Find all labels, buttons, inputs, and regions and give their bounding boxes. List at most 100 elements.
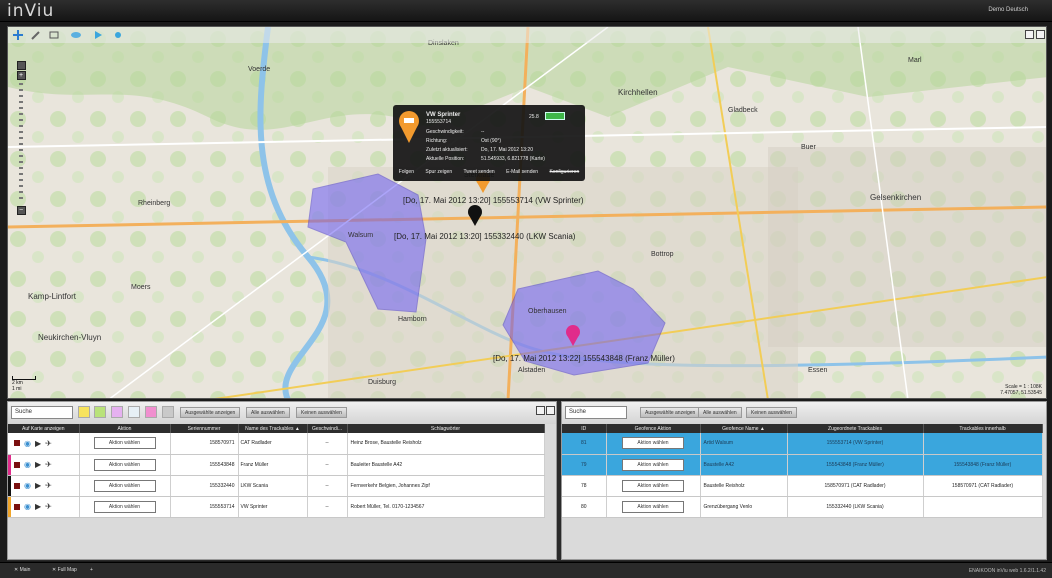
column-header[interactable]: Name des Trackables ▲ — [238, 424, 308, 433]
action-select[interactable]: Aktion wählen — [93, 479, 156, 492]
column-header[interactable]: Schlagwörter — [347, 424, 545, 433]
trackables-table: Auf Karte anzeigen Aktion Seriennummer Name… — [8, 424, 545, 518]
popup-row: Aktuelle Position: 51.545933, 6.821778 (K… — [426, 156, 545, 162]
tab-main[interactable]: ✕ Main — [8, 565, 36, 577]
place-label: Duisburg — [368, 379, 396, 386]
color-filter-swatch[interactable] — [128, 406, 140, 418]
vehicle-pin-icon — [399, 111, 419, 143]
play-icon[interactable] — [92, 29, 104, 41]
select-none-button[interactable]: Keinen auswählen — [296, 407, 347, 418]
eye-icon[interactable]: ◉ — [24, 460, 31, 469]
action-select[interactable]: Aktion wählen — [622, 458, 684, 471]
map-canvas[interactable]: DinslakenBottropGelsenkirchenOberhausenM… — [8, 27, 1047, 399]
place-label: Essen — [808, 367, 828, 374]
color-filter-swatch[interactable] — [162, 406, 174, 418]
configure-link[interactable]: Konfigurieren — [549, 169, 579, 175]
stop-icon[interactable] — [14, 503, 20, 510]
stop-icon[interactable] — [14, 440, 20, 447]
satellite-icon[interactable] — [112, 29, 124, 41]
eye-icon[interactable]: ◉ — [24, 502, 31, 511]
satellite-icon[interactable]: ✈ — [45, 502, 52, 511]
restore-icon[interactable] — [1025, 30, 1034, 39]
move-icon[interactable] — [12, 29, 24, 41]
row-color-stripe — [8, 433, 11, 453]
color-filter-swatch[interactable] — [111, 406, 123, 418]
follow-link[interactable]: Folgen — [399, 169, 414, 175]
eye-icon[interactable] — [70, 29, 82, 41]
map-view[interactable]: Dinslaken Bottrop Gelsenkirchen Oberhausen M… — [7, 26, 1047, 399]
show-track-link[interactable]: Spur zeigen — [425, 169, 452, 175]
tab-full-map[interactable]: ✕ Full Map — [46, 565, 83, 577]
action-select[interactable]: Aktion wählen — [93, 437, 156, 450]
pan-icon[interactable] — [16, 61, 26, 70]
action-select[interactable]: Aktion wählen — [622, 479, 684, 492]
action-select[interactable]: Aktion wählen — [93, 458, 156, 471]
search-input[interactable]: Suche — [565, 406, 627, 419]
color-filter-swatch[interactable] — [78, 406, 90, 418]
zoom-in-button[interactable]: + — [16, 71, 26, 80]
show-selected-button[interactable]: Ausgewählte anzeigen — [180, 407, 241, 418]
table-row[interactable]: ◉ ▶ ✈ Aktion wählen 158570971 CAT Radlad… — [8, 433, 545, 455]
tweet-link[interactable]: Tweet senden — [464, 169, 495, 175]
satellite-icon[interactable]: ✈ — [45, 460, 52, 469]
stop-icon[interactable] — [14, 461, 20, 468]
inside-cell — [923, 496, 1043, 518]
email-link[interactable]: E-Mail senden — [506, 169, 538, 175]
play-icon[interactable]: ▶ — [35, 502, 41, 511]
column-header[interactable]: Geofence Aktion — [606, 424, 701, 433]
map-attribution: Scale = 1 : 108K 7.47057, 51.53545 — [1000, 384, 1042, 396]
serial-cell: 158570971 — [170, 433, 239, 455]
pencil-icon[interactable] — [30, 29, 42, 41]
play-icon[interactable]: ▶ — [35, 481, 41, 490]
close-icon[interactable] — [546, 406, 555, 415]
restore-icon[interactable] — [536, 406, 545, 415]
speed-cell: -- — [307, 496, 348, 518]
select-all-button[interactable]: Alle auswählen — [246, 407, 290, 418]
user-menu[interactable]: Demo Deutsch — [988, 7, 1028, 13]
place-label: Gelsenkirchen — [870, 193, 921, 202]
action-select[interactable]: Aktion wählen — [93, 500, 156, 513]
table-row[interactable]: ◉ ▶ ✈ Aktion wählen 155332440 LKW Scania… — [8, 475, 545, 497]
marker-label: [Do, 17. Mai 2012 13:20] 155332440 (LKW … — [394, 232, 576, 241]
place-label: Marl — [908, 57, 922, 64]
add-tab-button[interactable]: + — [84, 565, 99, 577]
column-header[interactable]: Seriennummer — [170, 424, 239, 433]
column-header[interactable]: Aktion — [79, 424, 171, 433]
column-header[interactable]: Geofence Name ▲ — [700, 424, 788, 433]
table-row[interactable]: 79 Aktion wählen Baustelle A42 155543848… — [562, 454, 1043, 476]
place-label: Neukirchen-Vluyn — [38, 333, 101, 342]
select-all-button[interactable]: Alle auswählen — [698, 407, 742, 418]
close-icon[interactable] — [1036, 30, 1045, 39]
table-row[interactable]: ◉ ▶ ✈ Aktion wählen 155543848 Franz Müll… — [8, 454, 545, 476]
eraser-icon[interactable] — [48, 29, 60, 41]
zoom-slider[interactable] — [19, 83, 23, 203]
eye-icon[interactable]: ◉ — [24, 481, 31, 490]
column-header[interactable]: Auf Karte anzeigen — [8, 424, 80, 433]
table-row[interactable]: 78 Aktion wählen Baustelle Reisholz 1585… — [562, 475, 1043, 497]
satellite-icon[interactable]: ✈ — [45, 481, 52, 490]
place-label: Gladbeck — [728, 107, 758, 114]
zoom-out-button[interactable]: − — [16, 206, 26, 215]
color-filter-swatch[interactable] — [145, 406, 157, 418]
serial-cell: 155543848 — [170, 454, 239, 476]
search-input[interactable]: Suche — [11, 406, 73, 419]
show-selected-button[interactable]: Ausgewählte anzeigen — [640, 407, 701, 418]
column-header[interactable]: Trackables innerhalb — [923, 424, 1043, 433]
column-header[interactable]: Geschwindi... — [307, 424, 348, 433]
satellite-icon[interactable]: ✈ — [45, 439, 52, 448]
table-row[interactable]: 80 Aktion wählen Grenzübergang Venlo 155… — [562, 496, 1043, 518]
table-row[interactable]: 81 Aktion wählen Artid Walsum 155553714 … — [562, 433, 1043, 455]
play-icon[interactable]: ▶ — [35, 439, 41, 448]
map-toolbar — [8, 27, 1046, 43]
column-header[interactable]: Zugeordnete Trackables — [787, 424, 924, 433]
play-icon[interactable]: ▶ — [35, 460, 41, 469]
action-select[interactable]: Aktion wählen — [622, 437, 684, 450]
id-cell: 79 — [562, 454, 607, 476]
eye-icon[interactable]: ◉ — [24, 439, 31, 448]
table-row[interactable]: ◉ ▶ ✈ Aktion wählen 155553714 VW Sprinte… — [8, 496, 545, 518]
select-none-button[interactable]: Keinen auswählen — [746, 407, 797, 418]
color-filter-swatch[interactable] — [94, 406, 106, 418]
column-header[interactable]: ID — [562, 424, 607, 433]
action-select[interactable]: Aktion wählen — [622, 500, 684, 513]
stop-icon[interactable] — [14, 482, 20, 489]
